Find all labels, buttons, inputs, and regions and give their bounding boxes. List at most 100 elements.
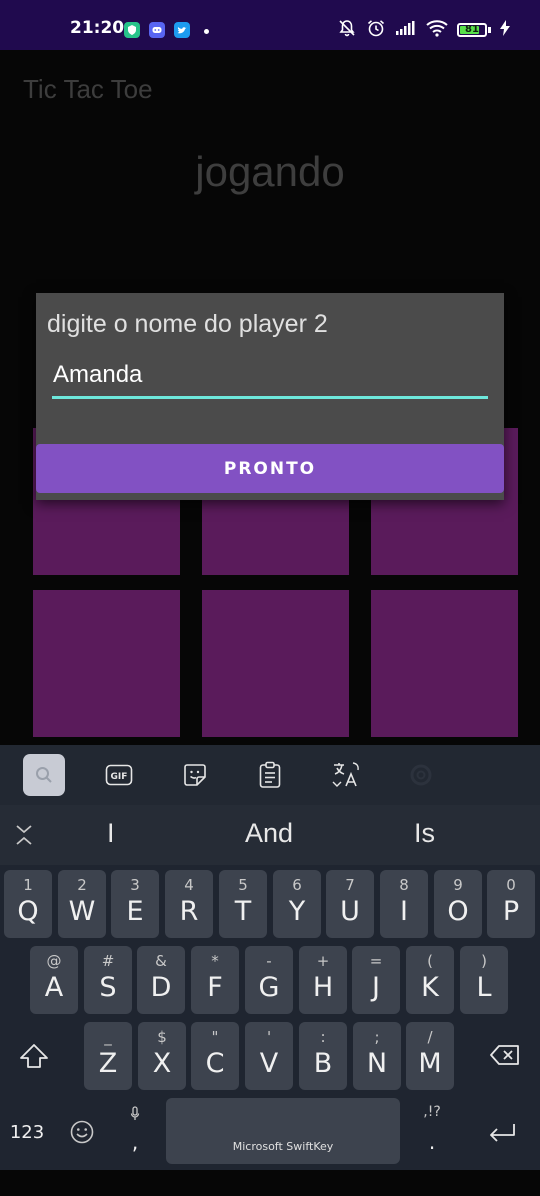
signal-icon: [395, 20, 417, 40]
gif-icon[interactable]: GIF: [98, 754, 140, 796]
key-u[interactable]: 7U: [326, 870, 374, 938]
key-y[interactable]: 6Y: [273, 870, 321, 938]
key-label: H: [312, 972, 334, 1003]
translate-icon[interactable]: [325, 754, 367, 796]
key-hint: ": [211, 1028, 219, 1046]
key-n[interactable]: ; N: [353, 1022, 401, 1090]
key-hint: ': [266, 1028, 272, 1046]
key-p[interactable]: 0P: [487, 870, 535, 938]
key-q[interactable]: 1Q: [4, 870, 52, 938]
key-hint: _: [104, 1028, 112, 1046]
key-hint: 2: [77, 876, 87, 894]
key-label: X: [152, 1048, 172, 1079]
status-bar: 21:20 81: [0, 0, 540, 50]
key-e[interactable]: 3E: [111, 870, 159, 938]
key-x[interactable]: $ X: [138, 1022, 186, 1090]
key-hint: $: [157, 1028, 167, 1046]
key-hint: *: [211, 952, 219, 970]
key-hint: -: [266, 952, 272, 970]
key-m[interactable]: / M: [406, 1022, 454, 1090]
board-cell[interactable]: [33, 590, 180, 737]
key-d[interactable]: & D: [137, 946, 185, 1014]
board-cell[interactable]: [202, 590, 349, 737]
key-label: D: [150, 972, 172, 1003]
key-l[interactable]: ) L: [460, 946, 508, 1014]
key-v[interactable]: ' V: [245, 1022, 293, 1090]
sticker-icon[interactable]: [174, 754, 216, 796]
key-hint: +: [316, 952, 330, 970]
key-hint: @: [46, 952, 62, 970]
system-indicators: 81: [337, 18, 510, 42]
key-o[interactable]: 9O: [434, 870, 482, 938]
key-hint: 6: [292, 876, 302, 894]
enter-key[interactable]: [476, 1100, 530, 1168]
space-key[interactable]: Microsoft SwiftKey: [166, 1098, 400, 1164]
player-name-input[interactable]: [52, 357, 488, 399]
charging-icon: [500, 20, 510, 40]
app-title: Tic Tac Toe: [23, 74, 153, 104]
more-notifications-dot: [204, 29, 209, 34]
key-label: V: [259, 1048, 279, 1079]
dialog-message: digite o nome do player 2: [47, 310, 328, 338]
key-b[interactable]: :B: [299, 1022, 347, 1090]
settings-icon[interactable]: [400, 754, 442, 796]
emoji-key[interactable]: [58, 1100, 106, 1168]
alarm-icon: [366, 18, 386, 42]
key-s[interactable]: # S: [84, 946, 132, 1014]
suggestion-item[interactable]: I: [107, 818, 115, 849]
key-k[interactable]: (K: [406, 946, 454, 1014]
key-z[interactable]: _ Z: [84, 1022, 132, 1090]
key-label: J: [372, 972, 380, 1003]
key-hint: ;: [374, 1028, 380, 1046]
battery-percent: 81: [465, 24, 479, 35]
backspace-key[interactable]: [482, 1023, 530, 1091]
key-label: F: [207, 972, 223, 1003]
key-hint: (: [427, 952, 433, 970]
key-r[interactable]: 4R: [165, 870, 213, 938]
key-a[interactable]: @ A: [30, 946, 78, 1014]
key-hint: :: [320, 1028, 326, 1046]
suggestion-item[interactable]: Is: [414, 818, 435, 849]
key-i[interactable]: 8I: [380, 870, 428, 938]
key-hint: &: [155, 952, 167, 970]
key-hint: 1: [23, 876, 33, 894]
key-t[interactable]: 5T: [219, 870, 267, 938]
key-label: M: [418, 1048, 442, 1079]
board-cell[interactable]: [371, 590, 518, 737]
key-j[interactable]: = J: [352, 946, 400, 1014]
search-icon[interactable]: [23, 754, 65, 796]
mute-icon: [337, 18, 357, 42]
collapse-icon[interactable]: [14, 823, 34, 851]
period-key[interactable]: ,!? .: [408, 1100, 456, 1168]
key-label: K: [421, 972, 439, 1003]
numbers-key[interactable]: 123: [4, 1100, 50, 1168]
key-hint: 0: [506, 876, 516, 894]
key-c[interactable]: " C: [191, 1022, 239, 1090]
key-hint: 3: [130, 876, 140, 894]
game-status: jogando: [195, 148, 345, 195]
shift-key[interactable]: [9, 1023, 57, 1091]
battery-icon: 81: [457, 23, 491, 37]
key-label: S: [99, 972, 117, 1003]
svg-text:GIF: GIF: [111, 772, 128, 782]
key-h[interactable]: + H: [299, 946, 347, 1014]
key-f[interactable]: * F: [191, 946, 239, 1014]
key-label: G: [258, 972, 280, 1003]
key-label: O: [447, 896, 469, 927]
key-label: P: [502, 896, 520, 927]
pronto-button[interactable]: PRONTO: [36, 444, 504, 493]
discord-icon: [149, 22, 165, 38]
suggestion-item[interactable]: And: [245, 818, 293, 849]
key-hint: =: [369, 952, 383, 970]
keyboard-toolbar: GIF: [0, 745, 540, 805]
suggestion-bar: I And Is: [0, 805, 540, 865]
key-label: I: [400, 896, 408, 927]
key-w[interactable]: 2W: [58, 870, 106, 938]
key-g[interactable]: -G: [245, 946, 293, 1014]
key-label: C: [205, 1048, 225, 1079]
comma-key[interactable]: ,: [111, 1100, 159, 1168]
key-label: Q: [17, 896, 39, 927]
key-hint: 9: [453, 876, 463, 894]
key-hint: 8: [399, 876, 409, 894]
clipboard-icon[interactable]: [249, 754, 291, 796]
